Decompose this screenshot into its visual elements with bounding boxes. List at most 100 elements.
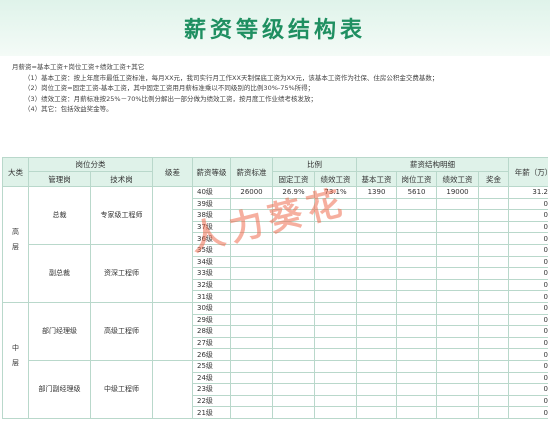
std-cell <box>230 301 273 315</box>
bonus-cell <box>478 243 509 257</box>
grade-cell: 36级 <box>192 232 231 245</box>
grade-cell: 28级 <box>192 325 231 338</box>
group-label: 高层 <box>2 186 29 303</box>
perf_pay-cell <box>436 325 479 338</box>
perf-cell: 73.1% <box>314 186 357 199</box>
grade-cell: 37级 <box>192 220 231 234</box>
fixed-cell <box>272 232 315 245</box>
perf-cell <box>314 278 357 292</box>
annual-cell: 0 <box>508 325 548 338</box>
base-cell <box>356 209 397 222</box>
annual-cell: 0 <box>508 278 548 292</box>
post-cell <box>396 348 437 361</box>
post-cell <box>396 359 437 373</box>
header-ratio: 比例 <box>272 157 357 172</box>
role-tech: 专家级工程师 <box>90 186 153 245</box>
perf_pay-cell <box>436 209 479 222</box>
header-annual: 年薪（万） <box>508 157 548 187</box>
bonus-cell <box>478 313 509 327</box>
annual-cell: 0 <box>508 209 548 222</box>
annual-cell: 0 <box>508 313 548 327</box>
fixed-cell <box>272 301 315 315</box>
perf-cell <box>314 394 357 408</box>
fixed-cell <box>272 394 315 408</box>
base-cell <box>356 290 397 303</box>
base-cell <box>356 383 397 396</box>
group-label: 中层 <box>2 301 29 419</box>
grade-cell: 38级 <box>192 209 231 222</box>
table-row: 高层 总裁 专家级工程师 40级 26000 26.9% 73.1% 1390 5610 1900… <box>2 186 548 303</box>
perf_pay-cell <box>436 313 479 327</box>
base-cell <box>356 301 397 315</box>
std-cell <box>230 359 273 373</box>
header-category: 大类 <box>2 157 29 187</box>
perf-cell <box>314 383 357 396</box>
perf-cell <box>314 255 357 269</box>
perf_pay-cell <box>436 232 479 245</box>
annual-cell: 0 <box>508 232 548 245</box>
header-salary-grade: 薪资等级 <box>192 157 231 187</box>
base-cell <box>356 232 397 245</box>
post-cell <box>396 383 437 396</box>
grade-cell: 31级 <box>192 290 231 303</box>
perf-cell <box>314 267 357 280</box>
grade-cell: 39级 <box>192 197 231 211</box>
base-cell <box>356 336 397 350</box>
role-tech: 高级工程师 <box>90 301 153 361</box>
annual-cell: 0 <box>508 243 548 257</box>
post-cell <box>396 406 437 419</box>
std-cell <box>230 278 273 292</box>
perf_pay-cell <box>436 290 479 303</box>
post-cell <box>396 220 437 234</box>
fixed-cell <box>272 209 315 222</box>
fixed-cell <box>272 348 315 361</box>
note-item: （4）其它：包括效益奖金等。 <box>24 105 113 113</box>
post-cell <box>396 394 437 408</box>
bonus-cell <box>478 267 509 280</box>
annual-cell: 0 <box>508 220 548 234</box>
base-cell <box>356 267 397 280</box>
post-cell <box>396 313 437 327</box>
grade-cell: 40级 <box>192 186 231 199</box>
std-cell <box>230 243 273 257</box>
perf-cell <box>314 301 357 315</box>
post-cell <box>396 232 437 245</box>
annual-cell: 0 <box>508 197 548 211</box>
perf_pay-cell <box>436 371 479 385</box>
header-perf: 绩效工资 <box>314 171 357 187</box>
perf-cell <box>314 197 357 211</box>
perf_pay-cell <box>436 255 479 269</box>
grade-cell: 21级 <box>192 406 231 419</box>
grade-cell: 25级 <box>192 359 231 373</box>
perf-cell <box>314 325 357 338</box>
grade-cell: 32级 <box>192 278 231 292</box>
post-cell: 5610 <box>396 186 437 199</box>
page-title: 薪资等级结构表 <box>183 18 366 43</box>
std-cell <box>230 336 273 350</box>
bonus-cell <box>478 301 509 315</box>
fixed-cell <box>272 197 315 211</box>
role-tech: 资深工程师 <box>90 243 153 303</box>
bonus-cell <box>478 232 509 245</box>
bonus-cell <box>478 359 509 373</box>
std-cell: 26000 <box>230 186 273 199</box>
bonus-cell <box>478 197 509 211</box>
std-cell <box>230 371 273 385</box>
perf_pay-cell <box>436 406 479 419</box>
table-row: 部门副经理级 中级工程师 25级 0 <box>3 359 548 419</box>
base-cell <box>356 359 397 373</box>
note-item: （3）绩效工资：月薪标准按25%－70%比例分解出一部分做为绩效工资，按月度工作… <box>24 94 318 103</box>
grade-cell: 23级 <box>192 383 231 396</box>
perf-cell <box>314 209 357 222</box>
post-cell <box>396 301 437 315</box>
bonus-cell <box>478 278 509 292</box>
role-tech: 中级工程师 <box>90 359 153 419</box>
role-mgmt: 部门副经理级 <box>28 359 91 419</box>
bonus-cell <box>478 348 509 361</box>
grade-cell: 26级 <box>192 348 231 361</box>
perf-cell <box>314 336 357 350</box>
std-cell <box>230 325 273 338</box>
bonus-cell <box>478 186 509 199</box>
perf_pay-cell <box>436 383 479 396</box>
std-cell <box>230 209 273 222</box>
